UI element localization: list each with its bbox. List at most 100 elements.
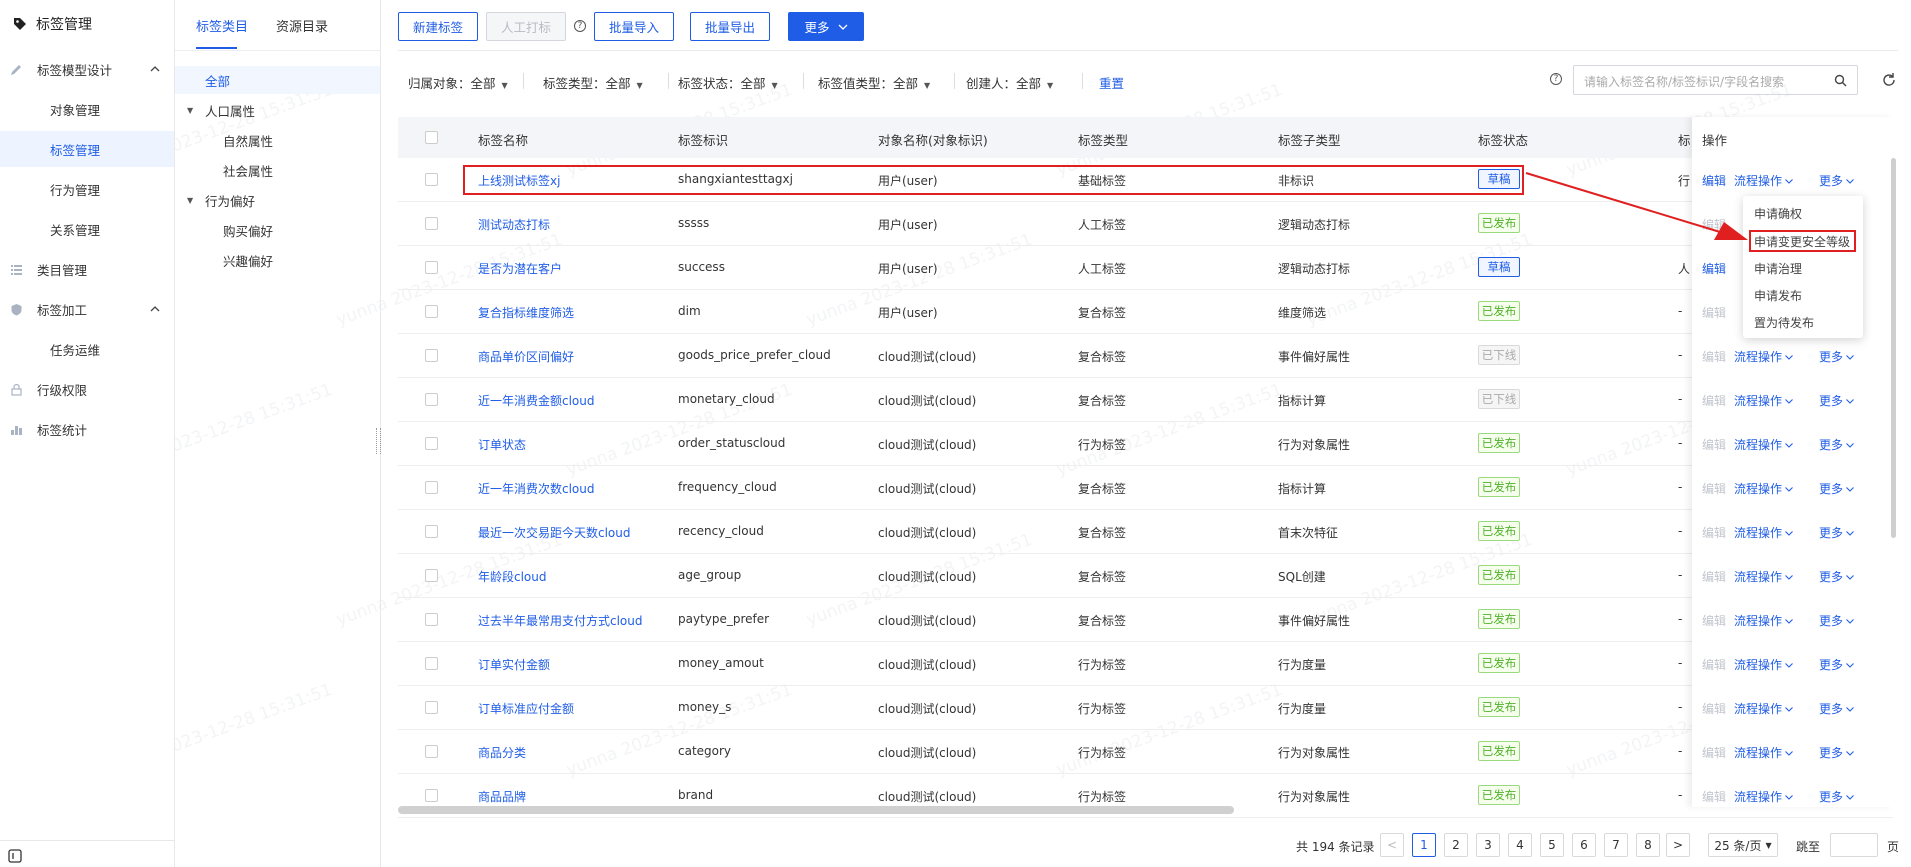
row-checkbox[interactable] [425, 305, 438, 318]
nav-group-processing[interactable]: 标签加工 [0, 291, 174, 327]
menu-item-set-pending[interactable]: 置为待发布 [1754, 314, 1814, 331]
label-name-link[interactable]: 年龄段cloud [478, 568, 547, 585]
label-name-link[interactable]: 商品分类 [478, 744, 526, 761]
label-name-link[interactable]: 过去半年最常用支付方式cloud [478, 612, 643, 629]
page-1-button[interactable]: 1 [1412, 833, 1436, 857]
search-input[interactable]: 请输入标签名称/标签标识/字段名搜索 [1573, 65, 1858, 95]
more-ops-dropdown[interactable]: 更多 [1819, 392, 1854, 409]
more-ops-dropdown[interactable]: 更多 [1819, 656, 1854, 673]
label-name-link[interactable]: 订单状态 [478, 436, 526, 453]
tree-item-behavior-pref[interactable]: ▼ 行为偏好 [175, 186, 380, 214]
horizontal-scrollbar[interactable] [398, 806, 1234, 814]
row-checkbox[interactable] [425, 173, 438, 186]
row-checkbox[interactable] [425, 217, 438, 230]
tree-item-all[interactable]: 全部 [175, 66, 380, 94]
row-checkbox[interactable] [425, 393, 438, 406]
more-ops-dropdown[interactable]: 更多 [1819, 436, 1854, 453]
nav-item-behavior-mgmt[interactable]: 行为管理 [0, 171, 174, 207]
more-ops-dropdown[interactable]: 更多 [1819, 744, 1854, 761]
col-label-status[interactable]: 标签状态 [1478, 130, 1528, 149]
more-ops-dropdown[interactable]: 更多 [1819, 612, 1854, 629]
tree-item-interest[interactable]: 兴趣偏好 [175, 246, 380, 274]
col-truncated[interactable]: 标 [1678, 130, 1691, 149]
nav-item-label-stats[interactable]: 标签统计 [0, 411, 174, 447]
flow-ops-dropdown[interactable]: 流程操作 [1734, 656, 1793, 673]
filter-label-type[interactable]: 标签类型：全部 ▼ [543, 73, 643, 92]
batch-export-button[interactable]: 批量导出 [690, 12, 770, 41]
col-label-name[interactable]: 标签名称 [478, 130, 528, 149]
label-name-link[interactable]: 商品单价区间偏好 [478, 348, 574, 365]
flow-ops-dropdown[interactable]: 流程操作 [1734, 568, 1793, 585]
prev-page-button[interactable]: < [1380, 833, 1404, 857]
batch-import-button[interactable]: 批量导入 [594, 12, 674, 41]
label-name-link[interactable]: 订单实付金额 [478, 656, 550, 673]
filter-creator[interactable]: 创建人：全部 ▼ [966, 73, 1053, 92]
more-ops-dropdown[interactable]: 更多 [1819, 480, 1854, 497]
filter-owner-object[interactable]: 归属对象：全部 ▼ [408, 73, 508, 92]
nav-item-task-ops[interactable]: 任务运维 [0, 331, 174, 367]
col-object-name[interactable]: 对象名称(对象标识) [878, 130, 988, 149]
more-ops-dropdown[interactable]: 更多 [1819, 348, 1854, 365]
flow-ops-dropdown[interactable]: 流程操作 [1734, 348, 1793, 365]
col-label-code[interactable]: 标签标识 [678, 130, 728, 149]
row-checkbox[interactable] [425, 789, 438, 802]
nav-item-relation-mgmt[interactable]: 关系管理 [0, 211, 174, 247]
search-help-icon[interactable]: ? [1550, 73, 1562, 85]
filter-value-type[interactable]: 标签值类型：全部 ▼ [818, 73, 930, 92]
row-checkbox[interactable] [425, 525, 438, 538]
nav-item-row-permission[interactable]: 行级权限 [0, 371, 174, 407]
more-dropdown-button[interactable]: 更多 [788, 12, 864, 41]
flow-ops-dropdown[interactable]: 流程操作 [1734, 744, 1793, 761]
help-icon[interactable]: ? [574, 20, 586, 32]
nav-item-category-mgmt[interactable]: 类目管理 [0, 251, 174, 287]
row-checkbox[interactable] [425, 745, 438, 758]
label-name-link[interactable]: 最近一次交易距今天数cloud [478, 524, 631, 541]
more-ops-dropdown[interactable]: 更多 [1819, 524, 1854, 541]
tree-item-purchase[interactable]: 购买偏好 [175, 216, 380, 244]
caret-down-icon[interactable]: ▼ [187, 106, 193, 115]
row-checkbox[interactable] [425, 657, 438, 670]
more-ops-dropdown[interactable]: 更多 [1819, 172, 1854, 189]
collapse-icon[interactable] [8, 849, 22, 863]
page-3-button[interactable]: 3 [1476, 833, 1500, 857]
tree-item-natural[interactable]: 自然属性 [175, 126, 380, 154]
menu-item-apply-publish[interactable]: 申请发布 [1754, 287, 1802, 304]
label-name-link[interactable]: 近一年消费次数cloud [478, 480, 595, 497]
label-name-link[interactable]: 复合指标维度筛选 [478, 304, 574, 321]
page-4-button[interactable]: 4 [1508, 833, 1532, 857]
search-icon[interactable] [1834, 74, 1847, 87]
row-checkbox[interactable] [425, 701, 438, 714]
select-all-checkbox[interactable] [425, 131, 438, 144]
page-7-button[interactable]: 7 [1604, 833, 1628, 857]
edit-button[interactable]: 编辑 [1702, 260, 1726, 277]
refresh-icon[interactable] [1881, 72, 1897, 88]
flow-ops-dropdown[interactable]: 流程操作 [1734, 700, 1793, 717]
page-5-button[interactable]: 5 [1540, 833, 1564, 857]
nav-item-object-mgmt[interactable]: 对象管理 [0, 91, 174, 127]
next-page-button[interactable]: > [1666, 833, 1690, 857]
label-name-link[interactable]: 订单标准应付金额 [478, 700, 574, 717]
vertical-scrollbar[interactable] [1891, 158, 1896, 538]
filter-label-status[interactable]: 标签状态：全部 ▼ [678, 73, 778, 92]
flow-ops-dropdown[interactable]: 流程操作 [1734, 436, 1793, 453]
tree-item-social[interactable]: 社会属性 [175, 156, 380, 184]
flow-ops-dropdown[interactable]: 流程操作 [1734, 392, 1793, 409]
row-checkbox[interactable] [425, 481, 438, 494]
more-ops-dropdown[interactable]: 更多 [1819, 568, 1854, 585]
col-label-subtype[interactable]: 标签子类型 [1278, 130, 1341, 149]
page-6-button[interactable]: 6 [1572, 833, 1596, 857]
panel-resize-handle[interactable] [376, 428, 381, 454]
col-label-type[interactable]: 标签类型 [1078, 130, 1128, 149]
flow-ops-dropdown[interactable]: 流程操作 [1734, 480, 1793, 497]
tab-label-category[interactable]: 标签类目 [196, 16, 248, 35]
row-checkbox[interactable] [425, 349, 438, 362]
page-size-select[interactable]: 25 条/页 ▼ [1708, 833, 1778, 857]
label-name-link[interactable]: 是否为潜在客户 [478, 260, 562, 277]
nav-group-model-design[interactable]: 标签模型设计 [0, 51, 174, 87]
goto-page-input[interactable] [1830, 833, 1878, 857]
tab-resource-catalog[interactable]: 资源目录 [276, 16, 328, 35]
row-checkbox[interactable] [425, 437, 438, 450]
flow-ops-dropdown[interactable]: 流程操作 [1734, 612, 1793, 629]
flow-ops-dropdown[interactable]: 流程操作 [1734, 524, 1793, 541]
caret-down-icon[interactable]: ▼ [187, 196, 193, 205]
